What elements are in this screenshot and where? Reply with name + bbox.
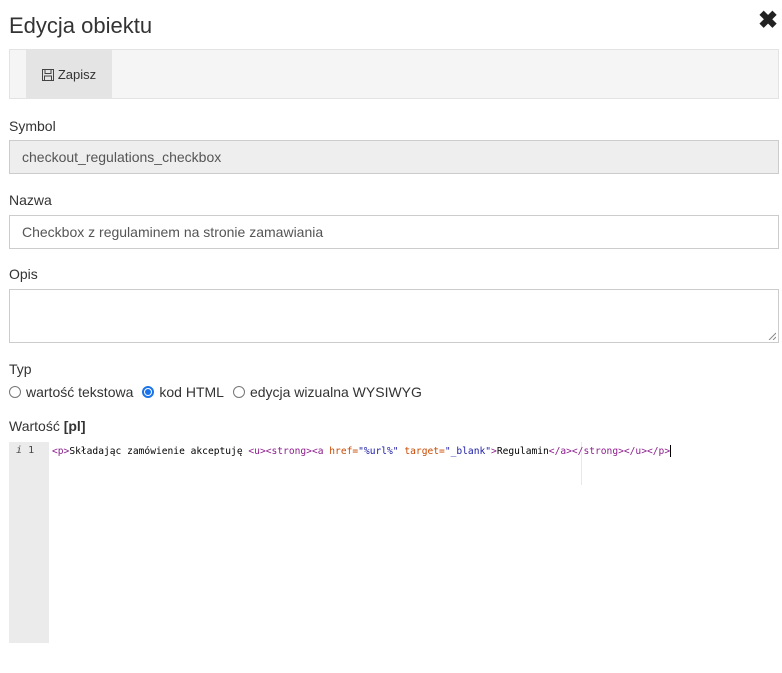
floppy-disk-icon <box>41 68 54 81</box>
value-label-text: Wartość <box>9 418 60 434</box>
save-button[interactable]: Zapisz <box>26 50 112 99</box>
radio-html-code[interactable]: kod HTML <box>142 384 224 400</box>
resize-grip-icon[interactable] <box>768 332 776 340</box>
value-label: Wartość [pl] <box>9 418 85 434</box>
opis-label: Opis <box>9 266 38 282</box>
info-marker-icon: i <box>16 445 23 456</box>
close-icon[interactable]: ✖ <box>758 9 778 33</box>
save-label: Zapisz <box>57 67 97 82</box>
toolbar: Zapisz <box>9 49 779 99</box>
radio-checked-icon[interactable] <box>142 386 155 398</box>
language-tag: [pl] <box>63 418 86 434</box>
dialog-title: Edycja obiektu <box>9 13 153 38</box>
code-line[interactable]: <p>Składając zamówienie akceptuję <u><st… <box>52 445 672 457</box>
radio-unchecked-icon[interactable] <box>232 386 245 398</box>
radio-text-value[interactable]: wartość tekstowa <box>9 384 133 400</box>
text-cursor <box>670 445 672 457</box>
typ-radio-group: wartość tekstowa kod HTML edycja wizualn… <box>9 384 422 400</box>
nazwa-label: Nazwa <box>9 192 52 208</box>
radio-label: wartość tekstowa <box>26 384 134 400</box>
radio-unchecked-icon[interactable] <box>9 386 21 398</box>
symbol-label: Symbol <box>9 118 56 134</box>
line-number: i 1 <box>16 445 35 456</box>
opis-textarea[interactable] <box>9 289 779 343</box>
nazwa-field[interactable]: Checkbox z regulaminem na stronie zamawi… <box>9 215 779 249</box>
radio-wysiwyg[interactable]: edycja wizualna WYSIWYG <box>232 384 422 400</box>
editor-gutter: i 1 <box>9 442 49 643</box>
radio-label: edycja wizualna WYSIWYG <box>249 384 422 400</box>
typ-label: Typ <box>9 361 32 377</box>
radio-label: kod HTML <box>159 384 224 400</box>
symbol-field: checkout_regulations_checkbox <box>9 140 779 174</box>
code-editor[interactable]: i 1 <p>Składając zamówienie akceptuję <u… <box>9 442 779 643</box>
